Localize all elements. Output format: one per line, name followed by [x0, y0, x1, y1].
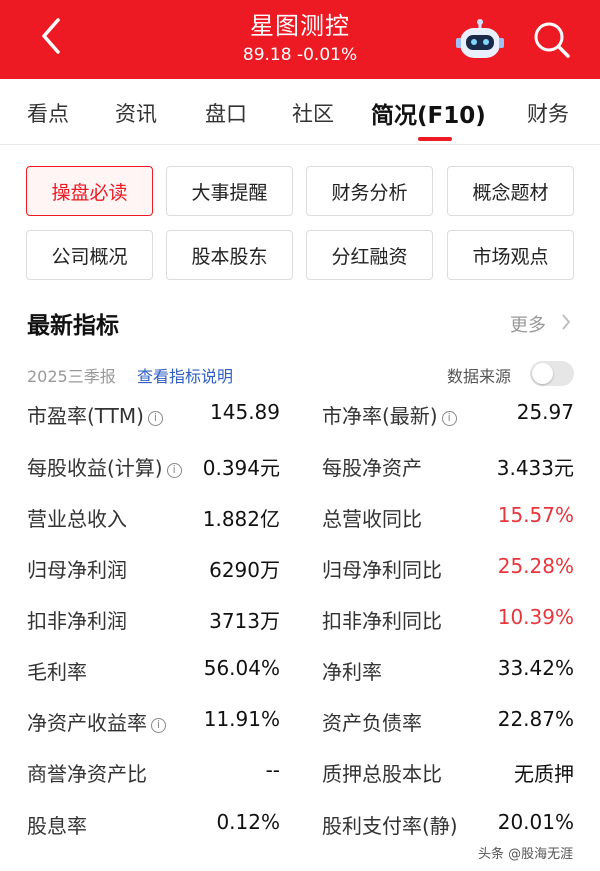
metric-label: 归母净利润: [27, 558, 127, 582]
metric-label: 扣非净利同比: [322, 609, 442, 633]
metric-label: 营业总收入: [27, 507, 127, 531]
metric-value: 6290万: [209, 558, 280, 582]
stock-price-change: 89.18 -0.01%: [242, 45, 358, 65]
metric-value: 25.28%: [497, 554, 574, 578]
robot-assistant-icon[interactable]: [455, 17, 505, 61]
button-concepts[interactable]: 概念题材: [447, 166, 574, 216]
metric-value: 3.433元: [496, 456, 574, 480]
tab-f10-overview[interactable]: 简况(F10): [371, 96, 486, 130]
button-financial-analysis[interactable]: 财务分析: [306, 166, 433, 216]
metric-label: 商誉净资产比: [27, 762, 147, 786]
top-header: 星图测控 89.18 -0.01%: [0, 0, 600, 79]
button-major-events[interactable]: 大事提醒: [166, 166, 293, 216]
info-icon[interactable]: i: [166, 463, 182, 478]
metric-row: 扣非净利润 3713万 扣非净利同比 10.39%: [0, 605, 600, 645]
info-icon[interactable]: i: [441, 411, 457, 426]
tab-bar: 看点 资讯 盘口 社区 简况(F10) 财务: [0, 79, 600, 145]
metric-label: 扣非净利润: [27, 609, 127, 633]
report-period: 2025三季报: [27, 367, 116, 386]
info-icon[interactable]: i: [151, 718, 166, 733]
button-dividends-financing[interactable]: 分红融资: [306, 230, 433, 280]
metric-value: 1.882亿: [202, 507, 280, 531]
metric-value: 15.57%: [497, 503, 574, 527]
metric-label: 净利率: [322, 660, 382, 684]
active-tab-indicator: [418, 137, 452, 141]
metric-label: 股息率: [27, 814, 87, 838]
more-link[interactable]: 更多: [510, 311, 546, 337]
metric-row: 营业总收入 1.882亿 总营收同比 15.57%: [0, 503, 600, 543]
button-market-views[interactable]: 市场观点: [447, 230, 574, 280]
button-shareholders[interactable]: 股本股东: [166, 230, 293, 280]
data-source-label: 数据来源: [447, 367, 512, 386]
metric-row: 归母净利润 6290万 归母净利同比 25.28%: [0, 554, 600, 594]
tab-community[interactable]: 社区: [292, 98, 334, 128]
tab-news[interactable]: 资讯: [115, 98, 157, 128]
metric-label: 每股净资产: [322, 456, 422, 480]
metric-value: 20.01%: [497, 810, 574, 834]
button-company-profile[interactable]: 公司概况: [26, 230, 153, 280]
watermark-text: 头条 @股海无涯: [478, 847, 574, 862]
metric-value: 33.42%: [497, 656, 574, 680]
chevron-right-icon[interactable]: [561, 313, 571, 331]
metric-label: 市净率(最新) i: [322, 400, 457, 429]
metric-row: 市盈率(TTM) i 145.89 市净率(最新) i 25.97: [0, 400, 600, 440]
tab-quote-panel[interactable]: 盘口: [205, 98, 247, 128]
metric-row: 每股收益(计算) i 0.394元 每股净资产 3.433元: [0, 452, 600, 492]
info-icon[interactable]: i: [147, 411, 163, 426]
metric-value: 3713万: [209, 609, 280, 633]
metric-value: 25.97: [516, 400, 574, 424]
metric-label: 每股收益(计算) i: [27, 452, 182, 481]
metric-label: 净资产收益率 i: [27, 707, 166, 736]
stock-name: 星图测控: [250, 12, 350, 40]
metric-row: 商誉净资产比 -- 质押总股本比 无质押: [0, 758, 600, 798]
metric-value: 11.91%: [203, 707, 280, 731]
metric-row: 毛利率 56.04% 净利率 33.42%: [0, 656, 600, 696]
metric-value: 0.394元: [202, 456, 280, 480]
button-must-read[interactable]: 操盘必读: [26, 166, 153, 216]
metric-value: 0.12%: [216, 810, 280, 834]
metric-value: --: [265, 758, 280, 782]
metric-label: 总营收同比: [322, 507, 422, 531]
metric-label: 质押总股本比: [322, 762, 442, 786]
section-title: 最新指标: [27, 313, 119, 339]
metric-value: 22.87%: [497, 707, 574, 731]
tab-kandian[interactable]: 看点: [27, 98, 69, 128]
metric-label: 毛利率: [27, 660, 87, 684]
metric-value: 无质押: [514, 762, 574, 786]
metric-value: 10.39%: [497, 605, 574, 629]
search-icon[interactable]: [530, 18, 574, 62]
metric-value: 56.04%: [203, 656, 280, 680]
metric-row: 净资产收益率 i 11.91% 资产负债率 22.87%: [0, 707, 600, 747]
metric-label: 资产负债率: [322, 711, 422, 735]
data-source-toggle[interactable]: [530, 361, 574, 386]
metric-label: 归母净利同比: [322, 558, 442, 582]
indicator-explanation-link[interactable]: 查看指标说明: [137, 363, 233, 387]
metric-label: 股利支付率(静): [322, 814, 458, 838]
tab-finance[interactable]: 财务: [527, 98, 569, 128]
metric-value: 145.89: [210, 400, 280, 424]
metric-label: 市盈率(TTM) i: [27, 400, 163, 429]
